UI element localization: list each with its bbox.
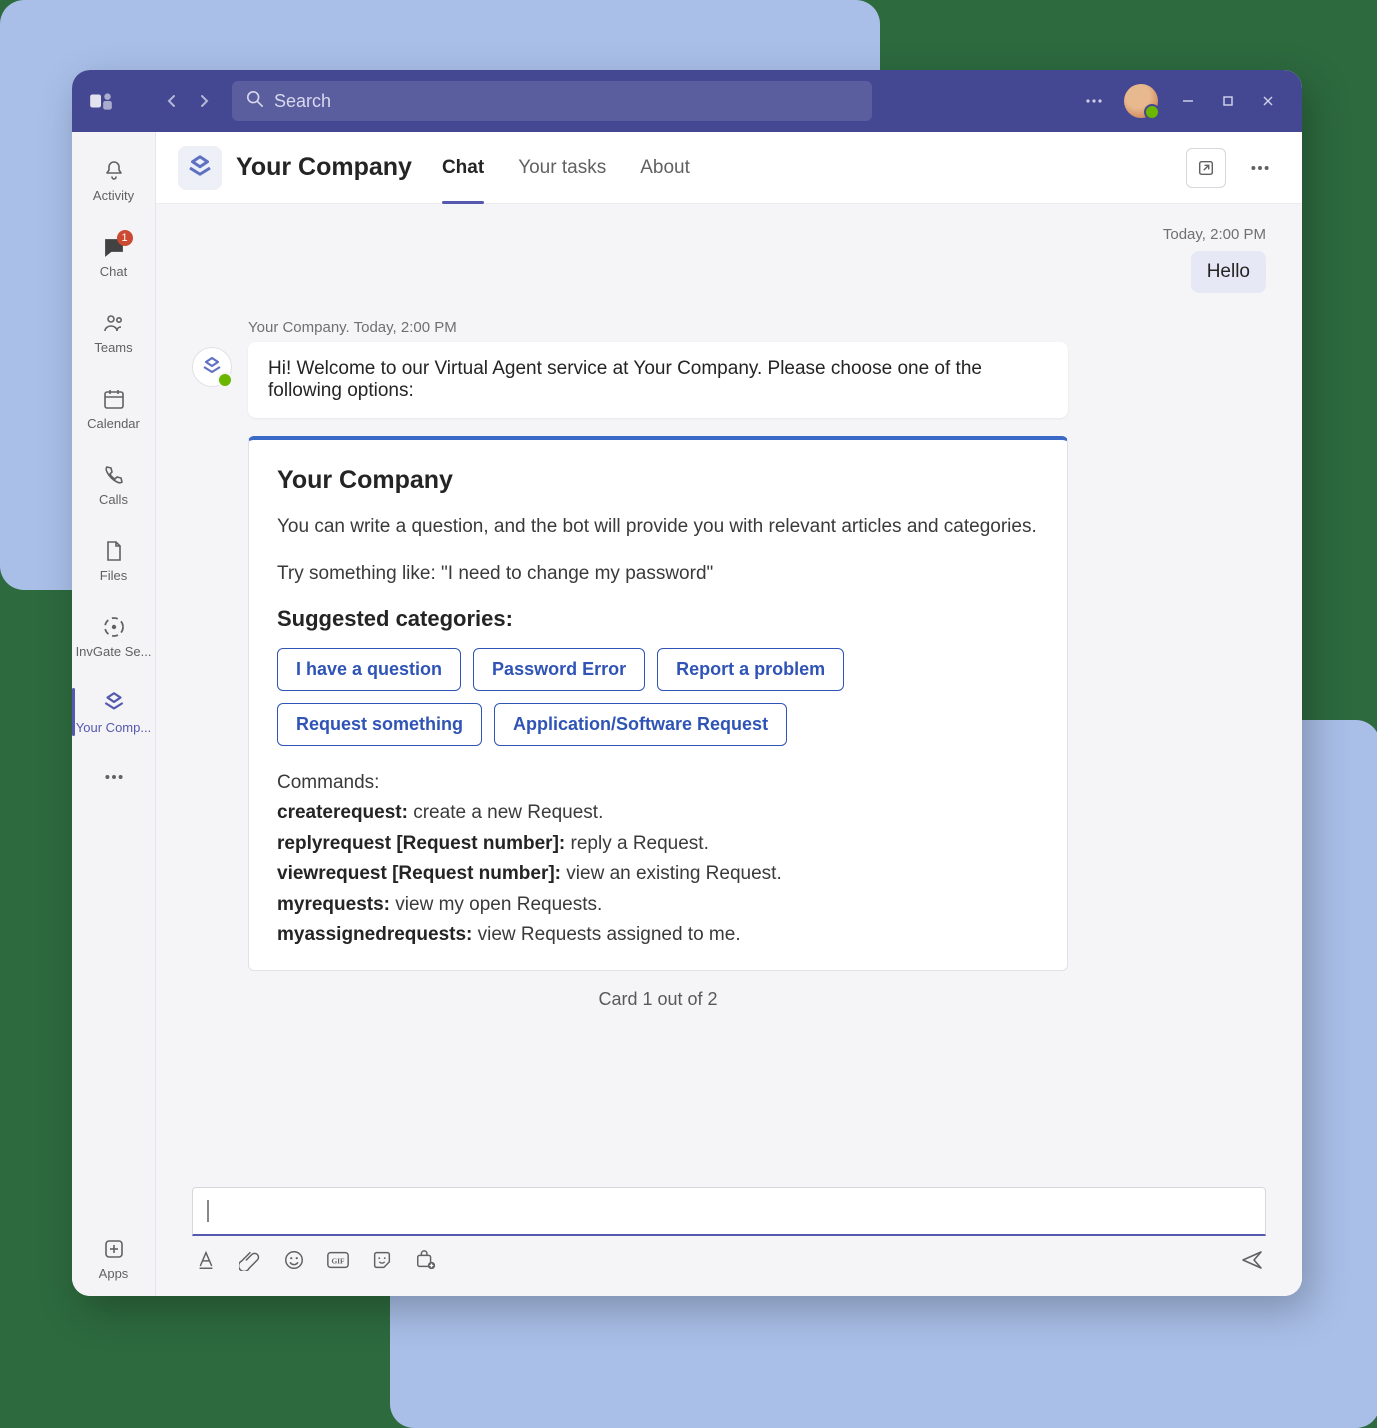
more-actions-button[interactable] bbox=[412, 1246, 440, 1274]
tab-about[interactable]: About bbox=[630, 132, 700, 204]
search-input[interactable] bbox=[274, 91, 858, 112]
user-avatar[interactable] bbox=[1124, 84, 1158, 118]
chip-report-problem[interactable]: Report a problem bbox=[657, 648, 844, 691]
tab-chat[interactable]: Chat bbox=[432, 132, 494, 204]
emoji-button[interactable] bbox=[280, 1246, 308, 1274]
rail-label: Your Comp... bbox=[76, 720, 151, 735]
ellipsis-icon bbox=[101, 764, 127, 790]
command-row: createrequest: create a new Request. bbox=[277, 798, 1039, 828]
rail-item-calendar[interactable]: Calendar bbox=[72, 370, 156, 446]
rail-item-activity[interactable]: Activity bbox=[72, 142, 156, 218]
unread-badge: 1 bbox=[117, 230, 133, 246]
rail-label: Activity bbox=[93, 188, 134, 203]
adaptive-card: Your Company You can write a question, a… bbox=[248, 436, 1068, 971]
rail-label: Files bbox=[100, 568, 127, 583]
window-minimize-button[interactable] bbox=[1168, 81, 1208, 121]
format-button[interactable] bbox=[192, 1246, 220, 1274]
teams-window: Activity 1 Chat Teams Calendar bbox=[72, 70, 1302, 1296]
page-title: Your Company bbox=[236, 153, 412, 182]
suggested-chips: I have a question Password Error Report … bbox=[277, 648, 1039, 746]
titlebar bbox=[72, 70, 1302, 132]
rail-label: Apps bbox=[99, 1266, 129, 1281]
card-intro: You can write a question, and the bot wi… bbox=[277, 513, 1039, 542]
apps-icon bbox=[101, 1236, 127, 1262]
nav-back-button[interactable] bbox=[156, 85, 188, 117]
calendar-icon bbox=[101, 386, 127, 412]
card-try-text: Try something like: "I need to change my… bbox=[277, 560, 1039, 589]
rail-label: Calls bbox=[99, 492, 128, 507]
window-close-button[interactable] bbox=[1248, 81, 1288, 121]
page-header: Your Company Chat Your tasks About bbox=[156, 132, 1302, 204]
company-app-icon bbox=[101, 690, 127, 716]
message-input[interactable] bbox=[192, 1187, 1266, 1236]
rail-label: Teams bbox=[94, 340, 132, 355]
bot-avatar bbox=[192, 347, 232, 387]
sticker-button[interactable] bbox=[368, 1246, 396, 1274]
message-timestamp: Today, 2:00 PM bbox=[192, 226, 1266, 243]
titlebar-more-button[interactable] bbox=[1074, 81, 1114, 121]
bot-message-meta: Your Company. Today, 2:00 PM bbox=[248, 319, 1068, 336]
rail-item-calls[interactable]: Calls bbox=[72, 446, 156, 522]
chip-request-something[interactable]: Request something bbox=[277, 703, 482, 746]
rail-label: InvGate Se... bbox=[76, 644, 152, 659]
nav-forward-button[interactable] bbox=[188, 85, 220, 117]
command-row: viewrequest [Request number]: view an ex… bbox=[277, 859, 1039, 889]
invgate-icon bbox=[101, 614, 127, 640]
people-icon bbox=[101, 310, 127, 336]
bot-message-bubble: Hi! Welcome to our Virtual Agent service… bbox=[248, 342, 1068, 418]
header-more-button[interactable] bbox=[1240, 148, 1280, 188]
rail-item-teams[interactable]: Teams bbox=[72, 294, 156, 370]
command-row: myassignedrequests: view Requests assign… bbox=[277, 920, 1039, 950]
rail-label: Chat bbox=[100, 264, 127, 279]
rail-label: Calendar bbox=[87, 416, 140, 431]
commands-block: Commands: createrequest: create a new Re… bbox=[277, 768, 1039, 950]
commands-label: Commands: bbox=[277, 768, 1039, 798]
attach-button[interactable] bbox=[236, 1246, 264, 1274]
card-suggested-heading: Suggested categories: bbox=[277, 606, 1039, 632]
global-search[interactable] bbox=[232, 81, 872, 121]
card-title: Your Company bbox=[277, 466, 1039, 495]
rail-item-files[interactable]: Files bbox=[72, 522, 156, 598]
chat-icon: 1 bbox=[101, 234, 127, 260]
search-icon bbox=[246, 90, 264, 113]
compose-area: GIF bbox=[156, 1171, 1302, 1296]
chip-password-error[interactable]: Password Error bbox=[473, 648, 645, 691]
phone-icon bbox=[101, 462, 127, 488]
chip-app-software-request[interactable]: Application/Software Request bbox=[494, 703, 787, 746]
rail-item-chat[interactable]: 1 Chat bbox=[72, 218, 156, 294]
compose-toolbar: GIF bbox=[192, 1246, 1266, 1274]
window-maximize-button[interactable] bbox=[1208, 81, 1248, 121]
tab-your-tasks[interactable]: Your tasks bbox=[508, 132, 616, 204]
bell-icon bbox=[101, 158, 127, 184]
main-pane: Your Company Chat Your tasks About Today… bbox=[156, 132, 1302, 1296]
rail-item-your-company[interactable]: Your Comp... bbox=[72, 674, 156, 750]
command-row: replyrequest [Request number]: reply a R… bbox=[277, 829, 1039, 859]
command-row: myrequests: view my open Requests. bbox=[277, 890, 1039, 920]
app-avatar-icon bbox=[178, 146, 222, 190]
send-button[interactable] bbox=[1238, 1246, 1266, 1274]
gif-button[interactable]: GIF bbox=[324, 1246, 352, 1274]
rail-more-button[interactable] bbox=[72, 750, 156, 804]
rail-item-invgate[interactable]: InvGate Se... bbox=[72, 598, 156, 674]
rail-apps-button[interactable]: Apps bbox=[72, 1220, 156, 1296]
app-rail: Activity 1 Chat Teams Calendar bbox=[72, 132, 156, 1296]
chat-scroll-area[interactable]: Today, 2:00 PM Hello Your Company. Today… bbox=[156, 204, 1302, 1171]
popout-button[interactable] bbox=[1186, 148, 1226, 188]
card-pagination: Card 1 out of 2 bbox=[248, 989, 1068, 1010]
chip-question[interactable]: I have a question bbox=[277, 648, 461, 691]
svg-text:GIF: GIF bbox=[331, 1257, 345, 1266]
file-icon bbox=[101, 538, 127, 564]
teams-logo-icon bbox=[86, 86, 116, 116]
caret-icon bbox=[207, 1200, 209, 1222]
user-message-bubble: Hello bbox=[1191, 251, 1266, 293]
